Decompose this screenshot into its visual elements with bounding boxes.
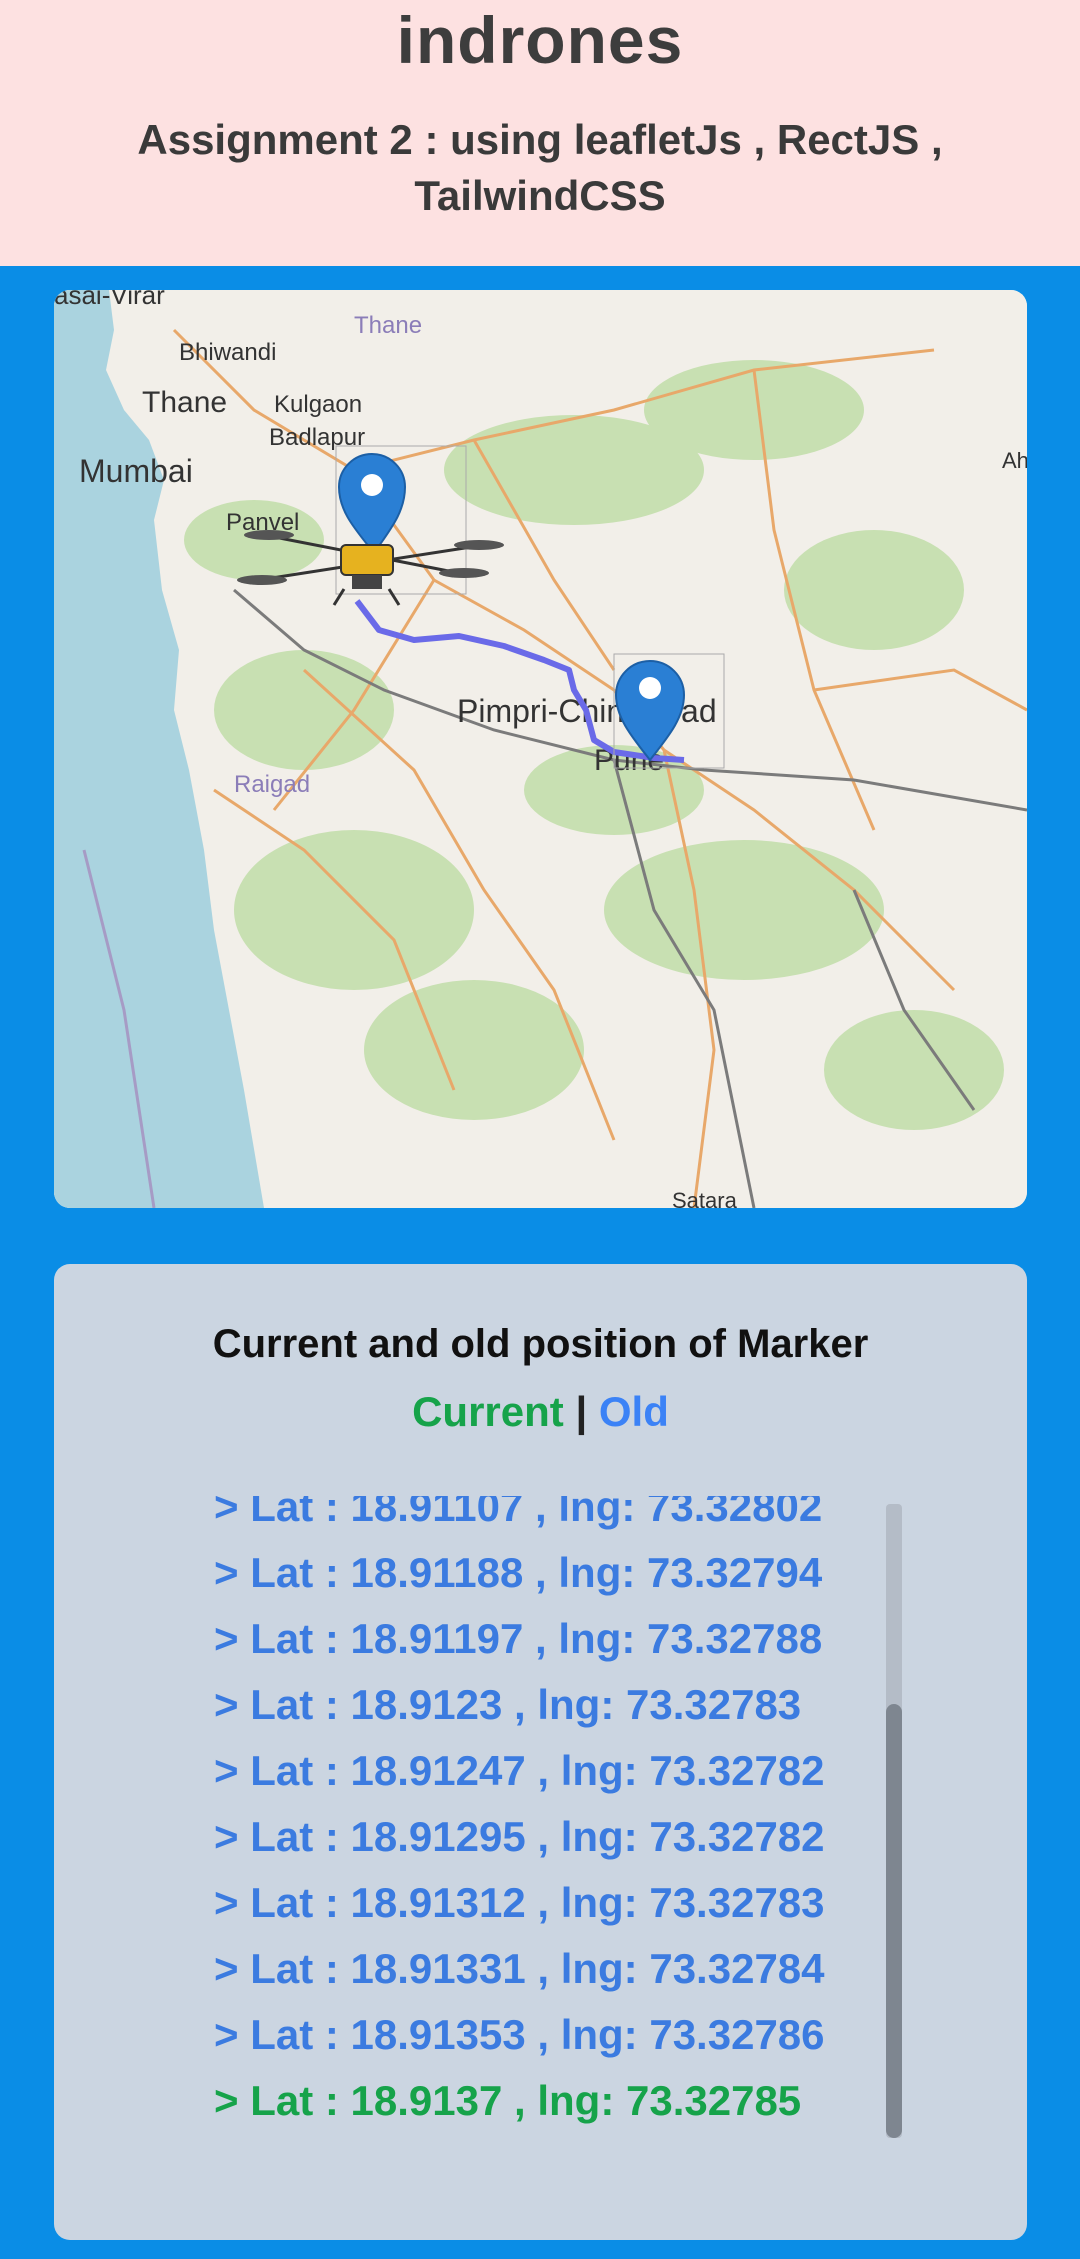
- old-position-item: > Lat : 18.91188 , lng: 73.32794: [214, 1549, 823, 1596]
- legend-current: Current: [412, 1388, 564, 1435]
- old-position-item: > Lat : 18.91247 , lng: 73.32782: [214, 1747, 825, 1794]
- pin-dot: [639, 677, 661, 699]
- positions-scrollbar-thumb[interactable]: [886, 1704, 902, 2138]
- label-raigad: Raigad: [234, 771, 310, 798]
- label-ahmednagar: Ah: [1002, 448, 1027, 473]
- label-thane: Thane: [142, 386, 227, 419]
- label-satara: Satara: [672, 1188, 738, 1208]
- positions-legend: Current | Old: [54, 1388, 1027, 1436]
- old-position-item: > Lat : 18.9123 , lng: 73.32783: [214, 1681, 802, 1728]
- indrones-logo: indrones: [396, 3, 684, 77]
- map-container[interactable]: asai-Virar Thane Bhiwandi Thane Kulgaon …: [54, 290, 1027, 1208]
- label-kulgaon: Kulgaon: [274, 391, 362, 418]
- label-badlapur: Badlapur: [269, 424, 365, 451]
- page-subtitle: Assignment 2 : using leafletJs , RectJS …: [137, 116, 943, 219]
- positions-panel: Current and old position of Marker Curre…: [54, 1264, 1027, 2240]
- old-position-item: > Lat : 18.91295 , lng: 73.32782: [214, 1813, 825, 1860]
- old-position-item: > Lat : 18.91197 , lng: 73.32788: [214, 1615, 823, 1662]
- old-position-item: > Lat : 18.91107 , lng: 73.32802: [214, 1496, 823, 1530]
- map-tiles[interactable]: asai-Virar Thane Bhiwandi Thane Kulgaon …: [54, 290, 1027, 1208]
- positions-title: Current and old position of Marker: [212, 1322, 869, 1366]
- positions-list[interactable]: > Lat : 18.91107 , lng: 73.32802 > Lat :…: [214, 1496, 954, 2136]
- app-header: indrones Assignment 2 : using leafletJs …: [0, 0, 1080, 266]
- legend-old: Old: [598, 1388, 669, 1435]
- label-thane-region: Thane: [354, 312, 422, 339]
- old-position-item: > Lat : 18.91312 , lng: 73.32783: [214, 1879, 825, 1926]
- old-position-item: > Lat : 18.91353 , lng: 73.32786: [214, 2011, 825, 2058]
- current-position-item: > Lat : 18.9137 , lng: 73.32785: [214, 2077, 802, 2124]
- label-vasai-virar: asai-Virar: [54, 290, 165, 310]
- old-position-item: > Lat : 18.91331 , lng: 73.32784: [214, 1945, 825, 1992]
- label-bhiwandi: Bhiwandi: [179, 339, 276, 366]
- pin-dot: [361, 474, 383, 496]
- legend-separator: |: [575, 1388, 588, 1435]
- label-mumbai: Mumbai: [79, 453, 193, 489]
